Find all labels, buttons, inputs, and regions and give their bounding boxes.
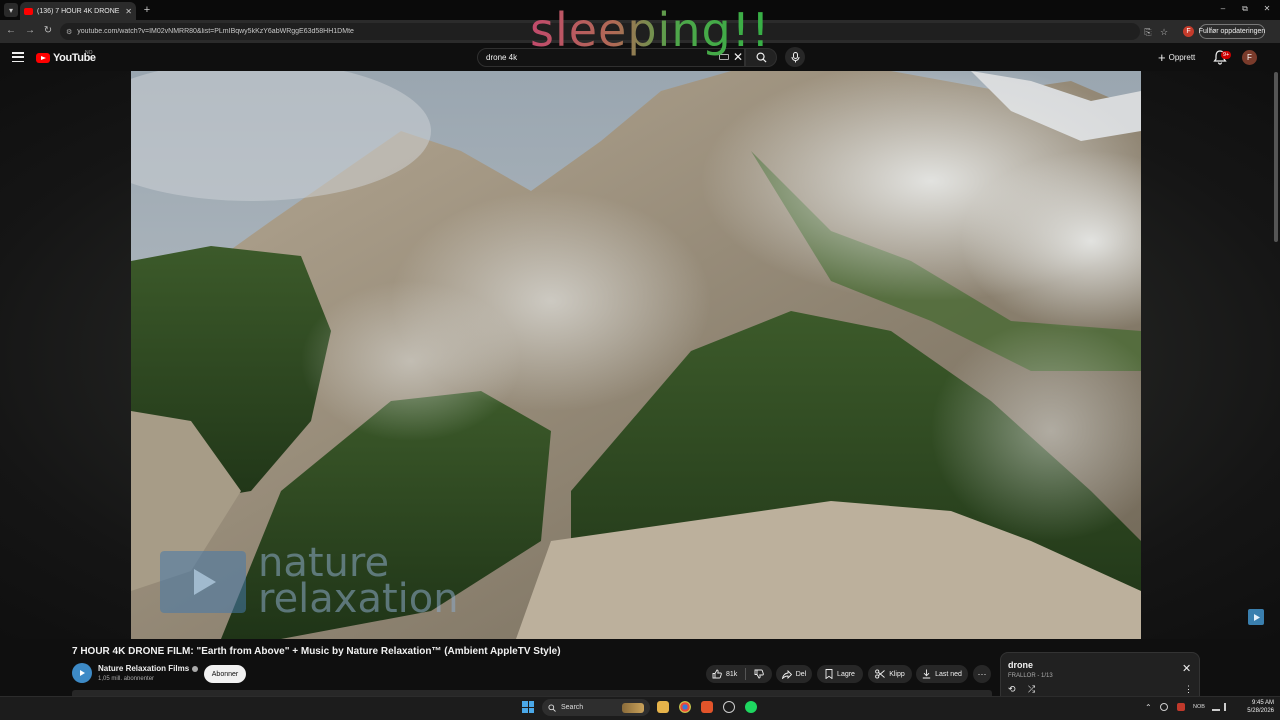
thumbs-down-icon[interactable] <box>754 669 765 679</box>
youtube-favicon-icon <box>24 7 33 15</box>
download-button[interactable]: Last ned <box>916 665 968 683</box>
playlist-title[interactable]: drone <box>1008 660 1033 670</box>
channel-play-logo-icon <box>80 670 85 676</box>
watermark-text-line2: relaxation <box>258 576 459 622</box>
search-highlight-image <box>622 702 644 713</box>
thumbs-up-icon[interactable] <box>712 669 722 679</box>
volume-icon[interactable] <box>1224 703 1232 711</box>
channel-name-text: Nature Relaxation Films <box>98 664 190 673</box>
tab-search-button[interactable]: ▾ <box>4 3 18 17</box>
wifi-icon[interactable] <box>1212 703 1220 711</box>
playlist-subtitle: FRALLOR - 1/13 <box>1008 673 1053 679</box>
bookmark-star-icon[interactable]: ☆ <box>1158 26 1170 38</box>
update-browser-button[interactable]: Fullfør oppdateringen <box>1199 24 1265 39</box>
verified-check-icon <box>192 665 199 672</box>
site-info-icon[interactable]: ⚙ <box>66 28 72 36</box>
tab-title: (136) 7 HOUR 4K DRONE FILM <box>37 7 121 15</box>
tray-notification-icon[interactable] <box>1177 703 1185 711</box>
watermark-play-logo-icon <box>160 551 246 613</box>
clock-date[interactable]: 5/28/2026 <box>1238 708 1274 714</box>
play-icon <box>1253 613 1260 621</box>
download-icon <box>922 669 931 679</box>
reload-icon[interactable]: ↻ <box>42 25 54 37</box>
forward-arrow-icon[interactable]: → <box>24 25 36 37</box>
channel-name[interactable]: Nature Relaxation Films <box>98 664 199 673</box>
chrome-icon[interactable] <box>679 701 691 713</box>
channel-avatar[interactable] <box>72 663 92 683</box>
subscribe-button[interactable]: Abonner <box>204 665 246 683</box>
share-button[interactable]: Del <box>776 665 812 683</box>
clip-label: Klipp <box>889 670 905 678</box>
taskbar-search-label: Search <box>561 704 584 711</box>
start-windows-icon[interactable] <box>522 701 534 713</box>
file-explorer-icon[interactable] <box>657 701 669 713</box>
clock-time[interactable]: 9:45 AM <box>1238 700 1274 706</box>
loop-icon[interactable]: ⟲ <box>1008 684 1016 695</box>
bookmark-icon <box>825 669 833 679</box>
tray-app-icon[interactable] <box>1160 703 1168 711</box>
playlist-more-icon[interactable]: ⋮ <box>1184 684 1193 695</box>
microphone-icon <box>791 51 799 62</box>
brave-icon[interactable] <box>701 701 713 713</box>
like-count: 81k <box>726 670 738 678</box>
voice-search-button[interactable] <box>785 47 805 67</box>
overlay-annotation-text: sleeping!! <box>530 3 771 57</box>
create-label: Opprett <box>1168 52 1196 62</box>
tab-close-icon[interactable]: ✕ <box>125 7 132 16</box>
extension-profile-icon[interactable]: F <box>1183 26 1194 37</box>
download-label: Last ned <box>935 670 962 678</box>
clock-app-icon[interactable] <box>723 701 735 713</box>
share-arrow-icon <box>781 669 792 679</box>
account-avatar[interactable]: F <box>1242 50 1257 65</box>
playlist-close-icon[interactable]: ✕ <box>1182 662 1191 675</box>
scissors-icon <box>875 669 885 679</box>
subscriber-count: 1,05 mill. abonnenter <box>98 676 155 682</box>
menu-hamburger-icon[interactable] <box>12 52 24 62</box>
maximize-button[interactable]: ⧉ <box>1238 4 1252 14</box>
search-icon <box>548 703 556 712</box>
plus-icon: + <box>1158 49 1166 65</box>
taskbar-search-box[interactable]: Search <box>542 699 650 716</box>
share-label: Del <box>795 670 807 678</box>
like-dislike-group[interactable]: 81k <box>706 665 772 683</box>
video-title: 7 HOUR 4K DRONE FILM: "Earth from Above"… <box>72 646 561 657</box>
country-code: NO <box>85 50 93 56</box>
minimize-button[interactable]: – <box>1216 4 1230 13</box>
url-text: youtube.com/watch?v=IM02vNMRR80&list=PLm… <box>77 28 354 35</box>
browser-tab[interactable]: (136) 7 HOUR 4K DRONE FILM ✕ <box>20 2 136 20</box>
youtube-play-logo-icon <box>36 53 50 63</box>
page-scrollbar[interactable] <box>1274 72 1278 242</box>
save-button[interactable]: Lagre <box>817 665 863 683</box>
like-divider <box>745 668 747 680</box>
install-app-icon[interactable]: ⎘ <box>1142 26 1154 38</box>
miniplayer-thumbnail-icon[interactable] <box>1248 609 1264 625</box>
notification-count-badge: 9+ <box>1221 51 1232 59</box>
more-actions-button[interactable]: ··· <box>973 665 991 683</box>
clip-button[interactable]: Klipp <box>868 665 912 683</box>
tray-overflow-chevron-icon[interactable]: ⌃ <box>1145 703 1152 712</box>
new-tab-button[interactable]: + <box>141 3 153 17</box>
save-label: Lagre <box>837 670 855 678</box>
shuffle-icon[interactable]: ⤮ <box>1028 684 1035 695</box>
input-language[interactable]: NOB <box>1193 704 1205 710</box>
create-button[interactable]: + Opprett <box>1158 49 1195 65</box>
back-arrow-icon[interactable]: ← <box>5 25 17 37</box>
close-window-button[interactable]: ✕ <box>1260 4 1274 13</box>
spotify-icon[interactable] <box>745 701 757 713</box>
